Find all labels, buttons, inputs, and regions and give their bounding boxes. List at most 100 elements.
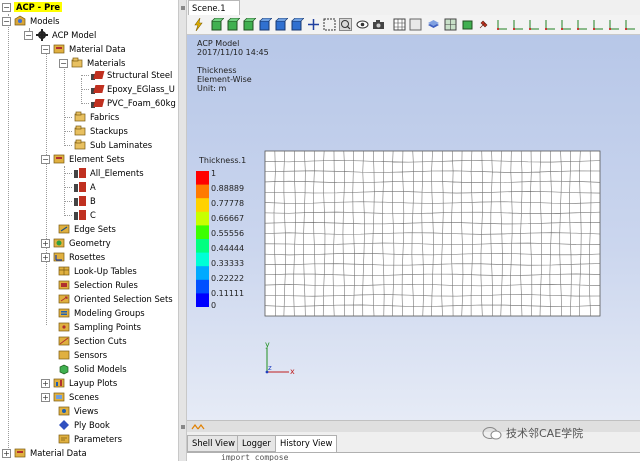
- legend-label: 0.33333: [211, 259, 245, 268]
- tree-item-acp-model[interactable]: − ACP Model: [24, 28, 96, 42]
- scenes-icon: [53, 391, 65, 403]
- collapse-toggle[interactable]: −: [2, 16, 11, 26]
- legend-swatch: [196, 171, 209, 186]
- collapse-toggle[interactable]: −: [24, 30, 33, 40]
- splitter-grip: [181, 6, 185, 10]
- tree-item-ply-book[interactable]: Ply Book: [58, 418, 110, 432]
- panel-splitter[interactable]: [178, 0, 187, 461]
- tab-shell-view[interactable]: Shell View: [187, 435, 240, 452]
- tree-item-bottom-material-data[interactable]: + Material Data: [2, 446, 87, 460]
- tree-item-fabrics[interactable]: Fabrics: [74, 110, 119, 124]
- collapse-toggle[interactable]: −: [41, 44, 50, 54]
- tab-logger[interactable]: Logger: [237, 435, 276, 452]
- axis-triad-icon[interactable]: [512, 18, 525, 31]
- fabrics-icon: [74, 111, 86, 123]
- tree-item-look-up-tables[interactable]: Look-Up Tables: [58, 264, 137, 278]
- axis-x-label: x: [290, 367, 295, 376]
- tree-item-models[interactable]: − Models: [2, 14, 60, 28]
- expand-toggle[interactable]: +: [41, 252, 50, 262]
- 3d-viewport[interactable]: ACP Model 2017/11/10 14:45 Thickness Ele…: [187, 35, 640, 420]
- tree-item-structural-steel[interactable]: Structural Steel: [91, 68, 172, 82]
- view-right-icon[interactable]: [275, 17, 289, 31]
- element-sets-icon: [53, 153, 65, 165]
- view-left-icon[interactable]: [259, 17, 273, 31]
- tree-item-views[interactable]: Views: [58, 404, 98, 418]
- expand-toggle[interactable]: +: [41, 238, 50, 248]
- layer-icon[interactable]: [427, 18, 440, 31]
- tree-item-acp-pre[interactable]: − ACP - Pre: [2, 0, 63, 14]
- tab-history-view[interactable]: History View: [275, 435, 338, 452]
- tree-item-material-data[interactable]: − Material Data: [41, 42, 126, 56]
- tree-item-stackups[interactable]: Stackups: [74, 124, 128, 138]
- mesh-shaded-icon[interactable]: [444, 18, 457, 31]
- tab-scene-1[interactable]: Scene.1: [188, 0, 240, 15]
- axis-triad-icon[interactable]: [624, 18, 637, 31]
- axis-triad-icon[interactable]: [496, 18, 509, 31]
- tree-item-selection-rules[interactable]: Selection Rules: [58, 278, 138, 292]
- tree-item-element-set-c[interactable]: C: [74, 208, 96, 222]
- axis-triad-icon[interactable]: [560, 18, 573, 31]
- tree-item-element-set-a[interactable]: A: [74, 180, 96, 194]
- tree-label: Section Cuts: [74, 336, 127, 346]
- tree-item-epoxy-eglass[interactable]: Epoxy_EGlass_U: [91, 82, 175, 96]
- axis-triad-icon[interactable]: [608, 18, 621, 31]
- axis-triad-icon[interactable]: [592, 18, 605, 31]
- expand-toggle[interactable]: +: [41, 392, 50, 402]
- legend-title: Thickness.1: [199, 156, 247, 165]
- pin-icon[interactable]: [477, 18, 490, 31]
- shell-mesh[interactable]: [264, 150, 601, 317]
- tree-item-rosettes[interactable]: + Rosettes: [41, 250, 105, 264]
- view-back-icon[interactable]: [243, 17, 257, 31]
- solid-view-icon[interactable]: [461, 18, 474, 31]
- collapse-toggle[interactable]: −: [59, 58, 68, 68]
- axis-triad-icon[interactable]: [576, 18, 589, 31]
- tree-item-sampling-points[interactable]: Sampling Points: [58, 320, 141, 334]
- watermark-text: 技术邻CAE学院: [506, 427, 584, 440]
- model-name: ACP Model: [197, 39, 240, 48]
- mesh-toggle-icon[interactable]: [393, 18, 406, 31]
- legend-label: 0.22222: [211, 274, 245, 283]
- tree-item-element-set-b[interactable]: B: [74, 194, 96, 208]
- camera-icon[interactable]: [372, 18, 385, 31]
- tree-item-parameters[interactable]: Parameters: [58, 432, 122, 446]
- legend-label: 0.55556: [211, 229, 245, 238]
- shading-icon[interactable]: [409, 18, 422, 31]
- chevron-icon[interactable]: [191, 424, 205, 430]
- collapse-toggle[interactable]: −: [41, 154, 50, 164]
- legend-label: 0.11111: [211, 289, 245, 298]
- tree-label: Oriented Selection Sets: [74, 294, 173, 304]
- axis-triad-icon[interactable]: [528, 18, 541, 31]
- tree-item-solid-models[interactable]: Solid Models: [58, 362, 127, 376]
- tree-item-edge-sets[interactable]: Edge Sets: [58, 222, 116, 236]
- pick-icon[interactable]: [339, 18, 352, 31]
- eye-icon[interactable]: [356, 18, 369, 31]
- console-text[interactable]: import compose: [187, 452, 640, 461]
- legend-swatch: [196, 239, 209, 254]
- tree-item-sensors[interactable]: Sensors: [58, 348, 107, 362]
- expand-toggle[interactable]: +: [2, 448, 11, 458]
- tree-item-sub-laminates[interactable]: Sub Laminates: [74, 138, 152, 152]
- view-top-icon[interactable]: [291, 17, 305, 31]
- tree-item-section-cuts[interactable]: Section Cuts: [58, 334, 127, 348]
- tree-item-element-sets[interactable]: − Element Sets: [41, 152, 124, 166]
- fit-view-icon[interactable]: [307, 18, 320, 31]
- axis-triad-icon[interactable]: [544, 18, 557, 31]
- tree-item-modeling-groups[interactable]: Modeling Groups: [58, 306, 145, 320]
- rosettes-icon: [53, 251, 65, 263]
- tree-item-scenes[interactable]: + Scenes: [41, 390, 99, 404]
- tree-label: Sampling Points: [74, 322, 142, 332]
- lightning-icon[interactable]: [192, 17, 205, 32]
- legend-swatch: [196, 225, 209, 240]
- watermark: 技术邻CAE学院: [482, 425, 583, 441]
- tree-item-pvc-foam[interactable]: PVC_Foam_60kg: [91, 96, 176, 110]
- tree-item-geometry[interactable]: + Geometry: [41, 236, 111, 250]
- view-front-icon[interactable]: [227, 17, 241, 31]
- tree-item-layup-plots[interactable]: + Layup Plots: [41, 376, 117, 390]
- tree-item-oriented-selection-sets[interactable]: Oriented Selection Sets: [58, 292, 173, 306]
- legend-swatch: [196, 184, 209, 199]
- tree-item-all-elements[interactable]: All_Elements: [74, 166, 144, 180]
- expand-toggle[interactable]: +: [41, 378, 50, 388]
- zoom-box-icon[interactable]: [323, 18, 336, 31]
- view-iso-icon[interactable]: [211, 17, 225, 31]
- collapse-toggle[interactable]: −: [2, 2, 11, 12]
